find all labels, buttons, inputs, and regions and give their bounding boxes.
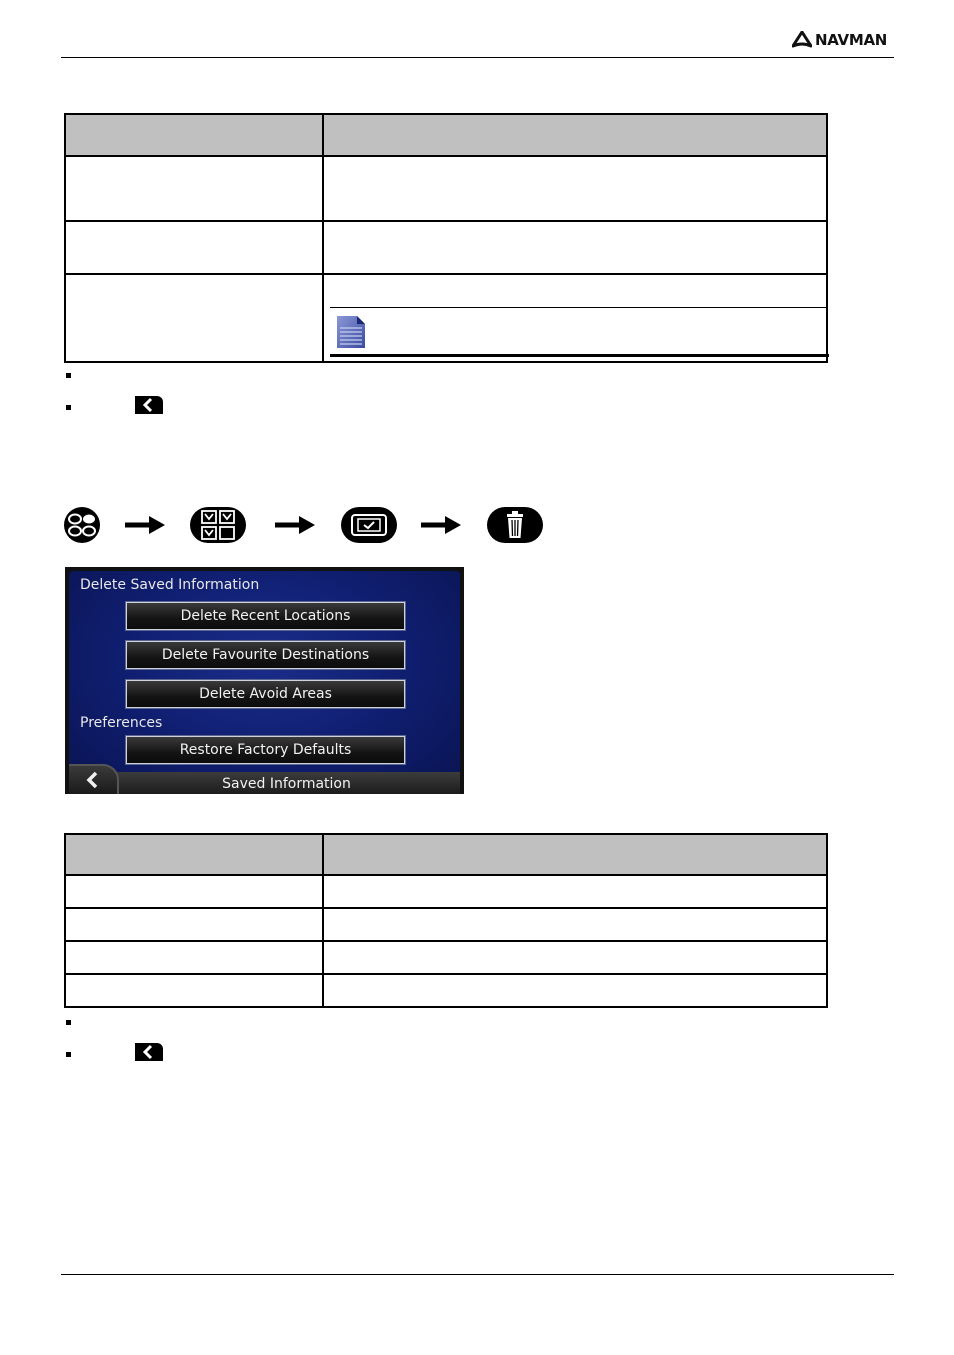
delete-recent-locations-button[interactable]: Delete Recent Locations [126, 602, 405, 630]
screen-title: Saved Information [222, 776, 351, 792]
info-table-2 [64, 833, 828, 1008]
table-cell [64, 973, 324, 1008]
section-label-preferences: Preferences [80, 715, 163, 731]
table-cell [322, 155, 828, 222]
note-top-rule [330, 307, 826, 308]
settings-icon [190, 507, 246, 543]
table-row [64, 940, 828, 975]
bullet [66, 1020, 71, 1025]
back-arrow-icon [135, 1043, 163, 1061]
restore-factory-defaults-button[interactable]: Restore Factory Defaults [126, 736, 405, 764]
table-row [64, 874, 828, 909]
table-cell [322, 220, 828, 275]
back-arrow-icon [135, 396, 163, 414]
table-row [64, 273, 829, 363]
note-document-icon [336, 315, 366, 354]
table-cell [322, 874, 828, 909]
table-cell-with-note [322, 273, 829, 363]
note-bottom-rule [330, 354, 829, 357]
table-header-row [64, 113, 828, 157]
table-header-row [64, 833, 828, 876]
table-header-cell [322, 833, 828, 876]
table-cell [64, 220, 324, 275]
table-cell [64, 907, 324, 942]
brand-name: NAVMAN [815, 31, 888, 49]
screen-background: Delete Saved Information Delete Recent L… [69, 571, 460, 794]
screen-back-button[interactable] [69, 764, 119, 794]
navman-logo-icon [792, 31, 812, 48]
bullet [66, 1052, 71, 1057]
right-arrow-icon [421, 516, 461, 534]
table-row [64, 907, 828, 942]
table-cell [64, 273, 324, 363]
table-header-cell [64, 113, 324, 157]
table-cell [64, 155, 324, 222]
table-header-cell [322, 113, 828, 157]
delete-icon [487, 507, 543, 543]
header-rule [61, 57, 894, 58]
back-arrow-icon [86, 771, 98, 789]
bullet [66, 405, 71, 410]
right-arrow-icon [125, 516, 165, 534]
table-cell [322, 907, 828, 942]
info-table-1 [64, 113, 829, 363]
table-cell [322, 973, 828, 1008]
saved-information-icon [341, 507, 397, 543]
table-row [64, 973, 828, 1008]
table-row [64, 220, 828, 275]
bullet [66, 373, 71, 378]
delete-favourite-destinations-button[interactable]: Delete Favourite Destinations [126, 641, 405, 669]
delete-avoid-areas-button[interactable]: Delete Avoid Areas [126, 680, 405, 708]
footer-rule [61, 1274, 894, 1275]
device-screen-saved-information: Delete Saved Information Delete Recent L… [65, 567, 464, 794]
section-label-delete-saved-information: Delete Saved Information [80, 577, 260, 593]
right-arrow-icon [275, 516, 315, 534]
table-header-cell [64, 833, 324, 876]
main-menu-icon [64, 507, 100, 543]
table-row [64, 155, 828, 222]
table-cell [64, 940, 324, 975]
navman-logo: NAVMAN [792, 31, 887, 49]
table-cell [322, 940, 828, 975]
table-cell [64, 874, 324, 909]
